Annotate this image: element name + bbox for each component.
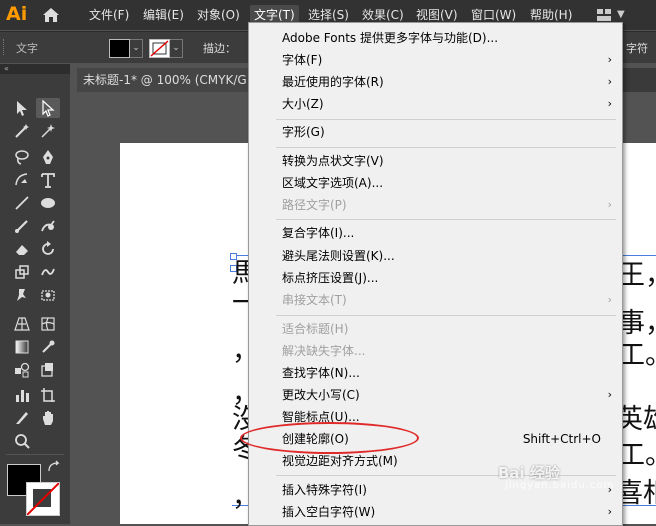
paintbrush-tool-icon[interactable] [10,216,34,236]
fill-swatch[interactable] [109,39,130,58]
menu-edit[interactable]: 编辑(E) [143,5,184,25]
warp-tool-icon[interactable] [36,262,60,282]
swap-fill-stroke-icon[interactable] [46,460,62,474]
direct-selection-tool-icon[interactable] [36,98,60,118]
lasso-tool-icon[interactable] [36,121,60,141]
rotate-tool-icon[interactable] [36,239,60,259]
workspace-caret-icon[interactable]: ▼ [617,9,625,20]
live-paint-bucket-icon[interactable] [36,360,60,380]
eyedropper-tool-icon[interactable] [36,337,60,357]
artboard-char: 工。 [618,440,656,471]
puppet-warp-tool-icon[interactable] [10,285,34,305]
menu-item-convert-point-type[interactable]: 转换为点状文字(V) [249,150,622,172]
artboard-tool-icon[interactable] [36,385,60,405]
control-type-label: 文字 [16,42,38,55]
stroke-caret-icon[interactable]: ⌄ [170,39,183,58]
menu-separator [276,219,616,220]
submenu-arrow-icon: › [607,53,612,66]
menu-separator [276,315,616,316]
menu-item-find-font[interactable]: 查找字体(N)... [249,362,622,384]
grip-handle[interactable] [3,39,7,55]
artboard-char: 工。 [618,340,656,371]
lasso-select-icon[interactable] [10,147,34,167]
menu-item-composite-fonts[interactable]: 复合字体(I)... [249,222,622,244]
ellipse-tool-icon[interactable] [36,193,60,213]
menu-separator [276,475,616,476]
stroke-swatch[interactable] [149,39,170,58]
blend-tool-icon[interactable] [10,360,34,380]
menu-item-font[interactable]: 字体(F) › [249,49,622,71]
home-icon[interactable] [40,5,62,25]
shaper-tool-icon[interactable] [36,216,60,236]
menu-item-resolve-missing-fonts[interactable]: 解决缺失字体... [249,340,622,362]
menu-separator [276,147,616,148]
curvature-tool-icon[interactable] [10,170,34,190]
artboard-char: 王， [618,260,656,291]
menu-item-fit-headline[interactable]: 适合标题(H) [249,318,622,340]
slice-tool-icon[interactable] [10,408,34,428]
menu-item-area-type-options[interactable]: 区域文字选项(A)... [249,172,622,194]
magic-wand-tool-icon[interactable] [10,121,34,141]
type-tool-icon[interactable] [36,170,60,190]
document-tab[interactable]: 未标题-1* @ 100% (CMYK/G [77,68,253,92]
workspace-icon[interactable] [597,9,611,21]
perspective-grid-tool-icon[interactable] [10,314,34,334]
menu-item-kinsoku-settings[interactable]: 避头尾法则设置(K)... [249,245,622,267]
create-outlines-shortcut: Shift+Ctrl+O [522,432,601,446]
hand-tool-icon[interactable] [36,408,60,428]
eraser-tool-icon[interactable] [10,239,34,259]
fill-caret-icon[interactable]: ⌄ [130,39,143,58]
zoom-tool-icon[interactable] [10,431,34,451]
gradient-tool-icon[interactable] [10,337,34,357]
character-label[interactable]: 字符 [626,40,648,56]
submenu-arrow-icon: › [607,293,612,306]
pen-tool-icon[interactable] [36,147,60,167]
tools-panel: « [0,64,70,524]
column-graph-tool-icon[interactable] [10,385,34,405]
menu-separator [276,119,616,120]
menu-object[interactable]: 对象(O) [197,5,240,25]
selection-tool-icon[interactable] [10,98,34,118]
menu-item-insert-whitespace[interactable]: 插入空白字符(W) › [249,501,622,523]
app-logo: Ai [6,3,28,25]
menu-item-recent-fonts[interactable]: 最近使用的字体(R) › [249,71,622,93]
submenu-arrow-icon: › [607,198,612,211]
menu-file[interactable]: 文件(F) [89,5,129,25]
menu-item-threaded-text[interactable]: 串接文本(T) › [249,289,622,311]
scale-tool-icon[interactable] [10,262,34,282]
submenu-arrow-icon: › [607,388,612,401]
submenu-arrow-icon: › [607,75,612,88]
free-transform-tool-icon[interactable] [36,285,60,305]
line-tool-icon[interactable] [10,193,34,213]
tools-panel-header[interactable]: « [0,64,70,74]
stroke-label: 描边： [203,42,236,55]
collapse-icon[interactable]: « [0,64,9,73]
menu-item-change-case[interactable]: 更改大小写(C) › [249,384,622,406]
stroke-color-box[interactable] [26,482,60,516]
submenu-arrow-icon: › [607,97,612,110]
watermark-url: jingyan.baidu.com [505,480,615,491]
menu-item-mojikumi-settings[interactable]: 标点挤压设置(J)... [249,267,622,289]
menu-item-size[interactable]: 大小(Z) › [249,93,622,115]
menu-item-type-on-path[interactable]: 路径文字(P) › [249,194,622,216]
menu-item-adobe-fonts[interactable]: Adobe Fonts 提供更多字体与功能(D)... [249,27,622,49]
highlight-ellipse [240,422,419,454]
submenu-arrow-icon: › [607,505,612,518]
tools-divider [6,454,64,455]
menu-item-glyphs[interactable]: 字形(G) [249,121,622,143]
mesh-tool-icon[interactable] [36,314,60,334]
